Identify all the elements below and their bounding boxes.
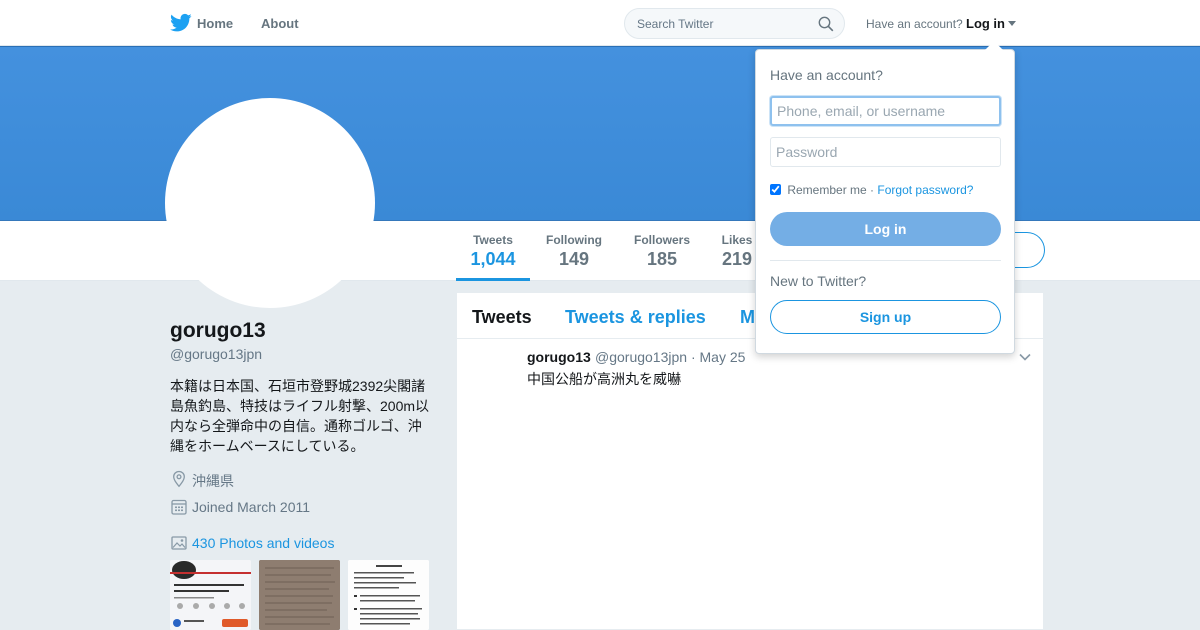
tweet-text: 中国公船が高洲丸を威嚇 [527,371,681,387]
divider [770,260,1001,261]
remember-me-checkbox[interactable] [770,184,781,195]
stat-label: Tweets [473,233,513,247]
profile-name[interactable]: gorugo13 [170,319,266,343]
calendar-icon [171,499,187,515]
dropdown-arrow [985,41,1003,50]
stat-following[interactable]: Following 149 [545,233,603,270]
image-icon [171,536,187,550]
profile-bio: 本籍は日本国、石垣市登野城2392尖閣諸島魚釣島、特技はライフル射撃、200m以… [170,378,430,454]
stat-label: Followers [633,233,690,247]
media-thumbnail[interactable] [170,560,251,630]
password-field[interactable] [770,137,1001,167]
news-screenshot-image [170,560,251,630]
have-account-text: Have an account? [866,17,963,31]
media-thumbnail[interactable] [348,560,429,630]
signup-button[interactable]: Sign up [770,300,1001,334]
remember-me-label[interactable]: Remember me [787,183,866,197]
stat-value: 219 [721,249,753,269]
top-navigation-bar: Home About Search Twitter Have an accoun… [0,0,1200,46]
active-stat-indicator [456,278,530,281]
tab-tweets-replies[interactable]: Tweets & replies [565,307,706,328]
dropdown-title: Have an account? [770,67,883,83]
caret-down-icon[interactable] [1008,21,1016,26]
avatar[interactable] [165,98,375,308]
stat-value: 185 [646,249,678,269]
twitter-bird-icon[interactable] [170,13,192,33]
media-thumbnails [170,560,430,630]
login-dropdown: Have an account? Remember me · Forgot pa… [755,49,1015,354]
search-input[interactable]: Search Twitter [637,17,713,31]
search-box[interactable]: Search Twitter [624,8,845,39]
login-button[interactable]: Log in [770,212,1001,246]
nav-about-link[interactable]: About [261,16,299,31]
joined-text: Joined March 2011 [192,499,311,515]
chevron-down-icon[interactable] [1019,353,1031,361]
tweet-author-name[interactable]: gorugo13 [527,349,591,365]
tweet-handle-date[interactable]: @gorugo13jpn · May 25 [595,349,745,365]
photos-videos-text[interactable]: 430 Photos and videos [192,535,334,551]
forgot-password-link[interactable]: Forgot password? [877,183,973,197]
profile-handle[interactable]: @gorugo13jpn [170,346,262,362]
stat-followers[interactable]: Followers 185 [633,233,691,270]
stat-value: 1,044 [470,249,516,269]
stat-likes[interactable]: Likes 219 [721,233,753,270]
username-field[interactable] [770,96,1001,126]
stat-label: Following [546,233,602,247]
nav-home-link[interactable]: Home [197,16,233,31]
tab-tweets[interactable]: Tweets [472,307,532,328]
location-pin-icon [173,470,185,488]
location-text: 沖縄県 [192,473,234,489]
stat-tweets[interactable]: Tweets 1,044 [470,233,516,270]
stat-label: Likes [721,233,753,247]
remember-row: Remember me · Forgot password? [770,183,973,197]
tab-media[interactable]: M [740,307,755,328]
handwritten-document-image [259,560,340,630]
separator-dot: · [870,183,875,197]
new-to-twitter-text: New to Twitter? [770,273,867,289]
media-thumbnail[interactable] [259,560,340,630]
login-dropdown-toggle[interactable]: Log in [966,16,1005,31]
printed-document-image [348,560,429,630]
search-icon[interactable] [818,16,834,32]
stat-value: 149 [558,249,590,269]
